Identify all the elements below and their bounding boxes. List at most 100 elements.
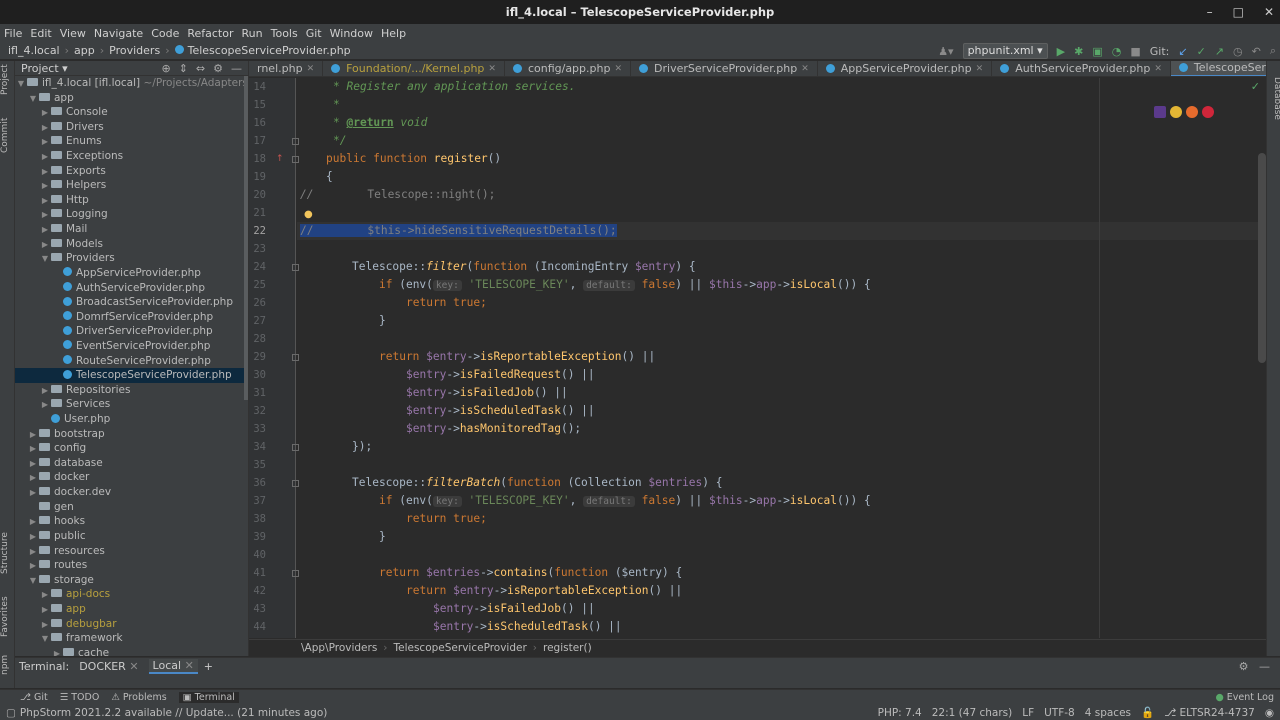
stop-icon[interactable]: ■ bbox=[1130, 45, 1140, 58]
tree-item[interactable]: ▶ Mail bbox=[15, 222, 248, 237]
tool-structure[interactable]: Structure bbox=[0, 531, 15, 575]
breadcrumb-class[interactable]: TelescopeServiceProvider bbox=[394, 642, 527, 654]
chevron-right-icon[interactable]: ▶ bbox=[27, 545, 39, 560]
menu-tools[interactable]: Tools bbox=[271, 27, 298, 40]
chevron-right-icon[interactable]: ▶ bbox=[27, 457, 39, 472]
profile-icon[interactable]: ◔ bbox=[1112, 45, 1122, 58]
bulb-icon[interactable]: ● bbox=[304, 209, 313, 220]
close-icon[interactable]: ✕ bbox=[129, 660, 138, 673]
git-commit-icon[interactable]: ✓ bbox=[1197, 45, 1206, 58]
no-problems-icon[interactable]: ✓ bbox=[1251, 80, 1260, 93]
menu-edit[interactable]: Edit bbox=[30, 27, 51, 40]
tool-tab-todo[interactable]: ☰ TODO bbox=[60, 692, 100, 703]
chevron-down-icon[interactable]: ▼ bbox=[15, 77, 27, 92]
git-rollback-icon[interactable]: ↶ bbox=[1252, 45, 1261, 58]
coverage-icon[interactable]: ▣ bbox=[1092, 45, 1102, 58]
fold-start-marker[interactable] bbox=[292, 570, 299, 577]
tree-item[interactable]: ▶ cache bbox=[15, 646, 248, 656]
code-editor[interactable]: 14 15 16 17 18 19 20 21 22 23 24 25 26 27 28 29 30 31 32 33… bbox=[249, 78, 1266, 638]
tree-item[interactable]: ▶ routes bbox=[15, 558, 248, 573]
chevron-right-icon[interactable]: ▶ bbox=[39, 588, 51, 603]
tree-item[interactable]: ▶ bootstrap bbox=[15, 427, 248, 442]
editor-tab[interactable]: AuthServiceProvider.php ✕ bbox=[992, 61, 1171, 76]
tree-item[interactable]: ▶ Repositories bbox=[15, 383, 248, 398]
close-button[interactable]: ✕ bbox=[1264, 0, 1274, 24]
chevron-right-icon[interactable]: ▶ bbox=[39, 135, 51, 150]
menu-navigate[interactable]: Navigate bbox=[94, 27, 143, 40]
tree-item[interactable]: ▶ Drivers bbox=[15, 120, 248, 135]
menu-refactor[interactable]: Refactor bbox=[187, 27, 233, 40]
terminal-tab-local[interactable]: Local ✕ bbox=[148, 659, 198, 674]
tree-item[interactable]: AppServiceProvider.php bbox=[15, 266, 248, 281]
status-message[interactable]: PhpStorm 2021.2.2 available // Update...… bbox=[20, 707, 327, 719]
tree-item[interactable]: ▶ Helpers bbox=[15, 178, 248, 193]
tree-item[interactable]: RouteServiceProvider.php bbox=[15, 354, 248, 369]
project-scrollbar[interactable] bbox=[244, 76, 248, 400]
project-panel-title[interactable]: Project ▾ bbox=[21, 62, 68, 75]
chevron-right-icon[interactable]: ▶ bbox=[39, 106, 51, 121]
event-log-button[interactable]: ● Event Log bbox=[1215, 690, 1274, 706]
chevron-right-icon[interactable]: ▶ bbox=[39, 165, 51, 180]
tree-item[interactable]: BroadcastServiceProvider.php bbox=[15, 295, 248, 310]
tree-item[interactable]: ▶ Logging bbox=[15, 207, 248, 222]
tree-item[interactable]: gen bbox=[15, 500, 248, 515]
chevron-right-icon[interactable]: ▶ bbox=[39, 384, 51, 399]
tool-tab-terminal[interactable]: ▣ Terminal bbox=[178, 692, 239, 703]
fold-start-marker[interactable] bbox=[292, 480, 299, 487]
locate-icon[interactable]: ⊕ bbox=[161, 62, 170, 75]
editor-scrollbar[interactable] bbox=[1258, 153, 1266, 363]
tree-item[interactable]: ▶ Exceptions bbox=[15, 149, 248, 164]
chrome-icon[interactable] bbox=[1170, 106, 1182, 118]
caret-position[interactable]: 22:1 (47 chars) bbox=[932, 707, 1012, 719]
run-icon[interactable]: ▶ bbox=[1057, 45, 1065, 58]
maximize-button[interactable]: □ bbox=[1233, 0, 1244, 24]
tree-item[interactable]: ▶ Services bbox=[15, 397, 248, 412]
phpstorm-browser-icon[interactable] bbox=[1154, 106, 1166, 118]
nav-project[interactable]: ifl_4.local bbox=[8, 44, 60, 57]
indent-setting[interactable]: 4 spaces bbox=[1085, 707, 1131, 719]
tree-item[interactable]: AuthServiceProvider.php bbox=[15, 281, 248, 296]
chevron-right-icon[interactable]: ▶ bbox=[27, 515, 39, 530]
menu-git[interactable]: Git bbox=[306, 27, 322, 40]
breadcrumb-method[interactable]: register() bbox=[543, 642, 592, 654]
chevron-right-icon[interactable]: ▶ bbox=[39, 223, 51, 238]
menu-run[interactable]: Run bbox=[242, 27, 263, 40]
tool-project[interactable]: Project bbox=[0, 64, 15, 95]
tree-item[interactable]: ▶ Models bbox=[15, 237, 248, 252]
tool-npm[interactable]: npm bbox=[0, 655, 15, 675]
chevron-right-icon[interactable]: ▶ bbox=[39, 603, 51, 618]
tree-item[interactable]: DomrfServiceProvider.php bbox=[15, 310, 248, 325]
tree-item[interactable]: ▶ docker.dev bbox=[15, 485, 248, 500]
line-separator[interactable]: LF bbox=[1022, 707, 1034, 719]
fold-end-marker[interactable] bbox=[292, 444, 299, 451]
nav-providers[interactable]: Providers bbox=[109, 44, 160, 57]
tree-item[interactable]: ▶ Enums bbox=[15, 134, 248, 149]
git-history-icon[interactable]: ◷ bbox=[1233, 45, 1243, 58]
chevron-right-icon[interactable]: ▶ bbox=[27, 530, 39, 545]
fold-start-marker[interactable] bbox=[292, 156, 299, 163]
tree-item[interactable]: DriverServiceProvider.php bbox=[15, 324, 248, 339]
user-icon[interactable]: ♟▾ bbox=[938, 45, 953, 58]
opera-icon[interactable] bbox=[1202, 106, 1214, 118]
tree-item[interactable]: ▶ debugbar bbox=[15, 617, 248, 632]
chevron-right-icon[interactable]: ▶ bbox=[27, 428, 39, 443]
chevron-right-icon[interactable]: ▶ bbox=[39, 618, 51, 633]
tree-item[interactable]: ▶ hooks bbox=[15, 514, 248, 529]
tree-item[interactable]: ▼ app bbox=[15, 91, 248, 106]
menu-window[interactable]: Window bbox=[330, 27, 373, 40]
close-icon[interactable]: ✕ bbox=[801, 61, 809, 76]
tree-item[interactable]: TelescopeServiceProvider.php bbox=[15, 368, 248, 383]
tree-item[interactable]: ▶ resources bbox=[15, 544, 248, 559]
chevron-right-icon[interactable]: ▶ bbox=[27, 442, 39, 457]
new-terminal-button[interactable]: + bbox=[204, 660, 213, 673]
tree-root[interactable]: ▼ ifl_4.local [ifl.local] ~/Projects/Adap… bbox=[15, 76, 248, 91]
inspection-icon[interactable]: ◉ bbox=[1265, 707, 1274, 719]
editor-tab[interactable]: Foundation/.../Kernel.php ✕ bbox=[323, 61, 505, 76]
tree-item[interactable]: ▼ framework bbox=[15, 631, 248, 646]
editor-tab[interactable]: TelescopeServiceProvider.php✕ bbox=[1170, 61, 1266, 76]
tree-item[interactable]: ▶ api-docs bbox=[15, 587, 248, 602]
tree-item[interactable]: User.php bbox=[15, 412, 248, 427]
tree-item[interactable]: ▶ Http bbox=[15, 193, 248, 208]
tree-item[interactable]: ▶ public bbox=[15, 529, 248, 544]
chevron-right-icon[interactable]: ▶ bbox=[39, 208, 51, 223]
